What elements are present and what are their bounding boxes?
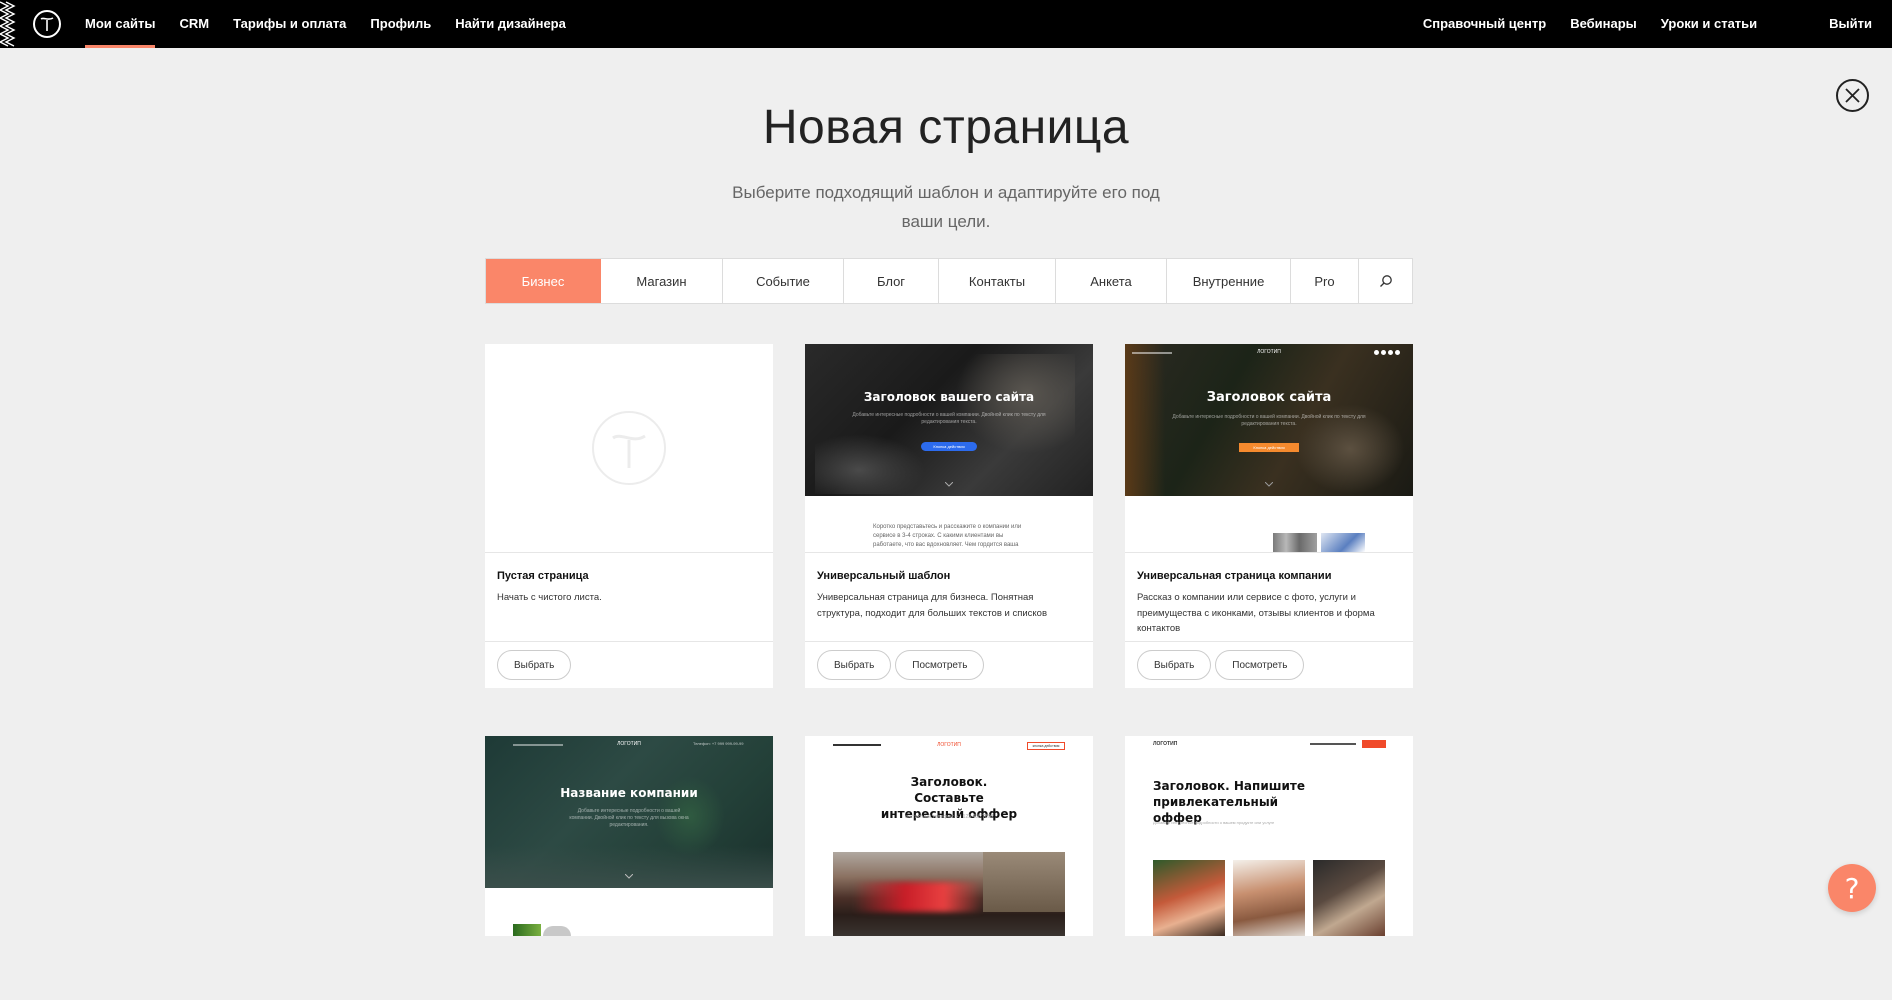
chevron-down-icon: [1265, 482, 1273, 487]
preview-button[interactable]: Посмотреть: [1215, 650, 1305, 680]
chevron-down-icon: [945, 482, 953, 487]
divider: [805, 641, 1093, 642]
tab-blog[interactable]: Блог: [844, 259, 939, 303]
logo-text: ЛОГОТИП: [1153, 741, 1178, 747]
divider: [1125, 552, 1413, 553]
nav-find-designer[interactable]: Найти дизайнера: [455, 0, 566, 48]
nav-profile[interactable]: Профиль: [370, 0, 431, 48]
template-preview: ЛОГОТИП Заголовок сайта Добавьте интерес…: [1125, 344, 1413, 552]
people-photo: [1313, 860, 1385, 936]
template-card-blank[interactable]: Пустая страница Начать с чистого листа. …: [485, 344, 773, 688]
template-preview: ЛОГОТИП Телефон: +7 999 999-99-99 Назван…: [485, 736, 773, 936]
people-photo: [1233, 860, 1305, 936]
select-button[interactable]: Выбрать: [497, 650, 572, 680]
logo-text: ЛОГОТИП: [1257, 349, 1281, 355]
photo-thumb: [1321, 533, 1365, 552]
template-preview: ЛОГОТИП кнопка действия Заголовок. Соста…: [805, 736, 1093, 936]
select-button[interactable]: Выбрать: [817, 650, 892, 680]
nav-webinars[interactable]: Вебинары: [1570, 0, 1637, 48]
template-preview: [485, 344, 773, 552]
divider: [485, 552, 773, 553]
tilda-logo-icon[interactable]: [33, 10, 61, 38]
hero-title: Заголовок сайта: [1206, 390, 1332, 405]
photo-thumb: [543, 926, 571, 936]
card-description: Рассказ о компании или сервисе с фото, у…: [1137, 592, 1375, 634]
tab-internal[interactable]: Внутренние: [1167, 259, 1291, 303]
card-title: Пустая страница: [497, 570, 589, 582]
hero-title: Название компании: [560, 786, 698, 800]
hero-text: Добавьте интересные подробности о вашей …: [852, 412, 1046, 425]
template-card-company-name[interactable]: ЛОГОТИП Телефон: +7 999 999-99-99 Назван…: [485, 736, 773, 936]
tab-pro[interactable]: Pro: [1291, 259, 1359, 303]
card-description: Универсальная страница для бизнеса. Поня…: [817, 592, 1047, 619]
social-icons: [1374, 350, 1400, 355]
tab-contacts[interactable]: Контакты: [939, 259, 1056, 303]
card-title: Универсальная страница компании: [1137, 570, 1332, 582]
top-navigation-bar: Мои сайты CRM Тарифы и оплата Профиль На…: [0, 0, 1892, 48]
hero-title: Заголовок вашего сайта: [863, 390, 1035, 404]
zigzag-pattern: [0, 1, 16, 47]
divider: [1125, 641, 1413, 642]
nav-my-sites[interactable]: Мои сайты: [85, 0, 156, 48]
help-icon[interactable]: ?: [1828, 864, 1876, 912]
nav-tariffs[interactable]: Тарифы и оплата: [233, 0, 346, 48]
people-photo: [1153, 860, 1225, 936]
main-nav: Мои сайты CRM Тарифы и оплата Профиль На…: [85, 0, 590, 48]
card-title: Универсальный шаблон: [817, 570, 951, 582]
nav-crm[interactable]: CRM: [179, 0, 209, 48]
tab-shop[interactable]: Магазин: [601, 259, 723, 303]
hero-title: Заголовок. Напишите привлекательный оффе…: [1153, 779, 1305, 825]
hero-button: Кнопка действия: [921, 442, 977, 451]
phone-text: Телефон: +7 999 999-99-99: [693, 741, 744, 746]
divider: [805, 552, 1093, 553]
page-title: Новая страница: [762, 101, 1130, 154]
template-preview: Заголовок вашего сайта Добавьте интересн…: [805, 344, 1093, 552]
template-card-offer[interactable]: ЛОГОТИП кнопка действия Заголовок. Соста…: [805, 736, 1093, 936]
hero-text: Добавьте интересные подробности о вашем …: [1153, 820, 1275, 825]
logout-link[interactable]: Выйти: [1829, 0, 1872, 48]
street-photo: [833, 852, 1065, 936]
select-button[interactable]: Выбрать: [1137, 650, 1212, 680]
divider: [485, 641, 773, 642]
template-preview: ЛОГОТИП Заголовок. Напишите привлекатель…: [1125, 736, 1413, 936]
hero-text: Добавьте интересные подробности о вашей …: [569, 808, 689, 828]
nav-help-center[interactable]: Справочный центр: [1423, 0, 1546, 48]
nav-lessons[interactable]: Уроки и статьи: [1661, 0, 1757, 48]
page-subtitle: Выберите подходящий шаблон и адаптируйте…: [732, 183, 1160, 231]
photo-thumb: [1273, 533, 1317, 552]
tab-business[interactable]: Бизнес: [486, 259, 601, 303]
nav-links: [1310, 743, 1356, 745]
body-text: Коротко представьтесь и расскажите о ком…: [873, 524, 1022, 548]
cta-button: [1362, 740, 1386, 748]
preview-button[interactable]: Посмотреть: [895, 650, 985, 680]
chevron-down-icon: [625, 874, 633, 879]
tab-form[interactable]: Анкета: [1056, 259, 1167, 303]
hero-button: Кнопка действия: [1239, 443, 1299, 452]
card-description: Начать с чистого листа.: [497, 592, 602, 603]
tab-event[interactable]: Событие: [723, 259, 844, 303]
hero-text: Добавьте интересные подробности о вашей …: [1172, 414, 1366, 427]
template-card-company[interactable]: ЛОГОТИП Заголовок сайта Добавьте интерес…: [1125, 344, 1413, 688]
search-icon[interactable]: [1359, 259, 1412, 303]
photo-thumb: [513, 924, 541, 936]
secondary-nav: Справочный центр Вебинары Уроки и статьи…: [1399, 0, 1872, 48]
cta-button: кнопка действия: [1027, 742, 1065, 750]
template-card-universal[interactable]: Заголовок вашего сайта Добавьте интересн…: [805, 344, 1093, 688]
template-card-attractive-offer[interactable]: ЛОГОТИП Заголовок. Напишите привлекатель…: [1125, 736, 1413, 936]
category-tabs: Бизнес Магазин Событие Блог Контакты Анк…: [485, 258, 1413, 304]
phone-text: контактный телефон: +7 123 456 7890: [904, 814, 994, 820]
tilda-logo-icon: [592, 411, 666, 485]
